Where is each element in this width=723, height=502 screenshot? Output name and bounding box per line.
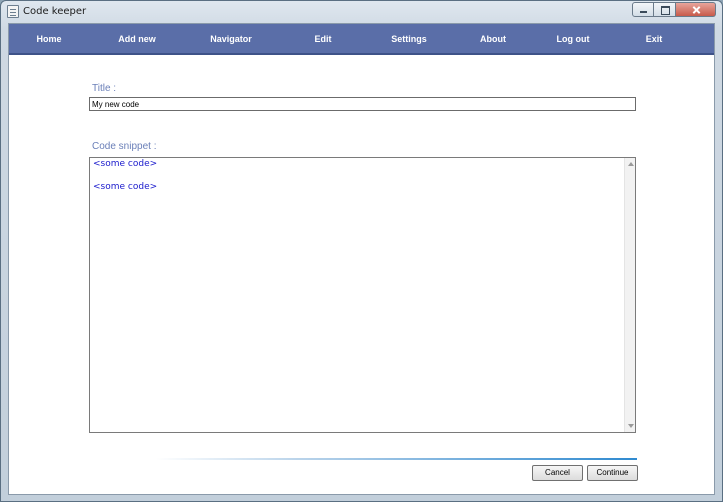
code-line: <some code> [93,159,158,169]
title-input[interactable] [89,97,636,111]
scroll-up-icon[interactable] [628,162,634,166]
code-snippet-text[interactable]: <some code> <some code> [90,158,624,432]
menu-item-exit[interactable]: Exit [646,24,663,55]
app-window: Code keeper Home Add new Navigator Edit … [0,0,723,502]
title-label: Title : [92,83,117,94]
maximize-icon[interactable] [654,2,676,17]
menu-item-about[interactable]: About [480,24,506,55]
window-controls [632,2,716,17]
code-snippet-editor[interactable]: <some code> <some code> [89,157,636,433]
client-area: Home Add new Navigator Edit Settings Abo… [8,23,715,495]
footer-divider [156,458,637,460]
code-line: <some code> [93,182,158,192]
code-snippet-label: Code snippet : [92,141,157,152]
menu-item-edit[interactable]: Edit [315,24,332,55]
menu-item-home[interactable]: Home [36,24,61,55]
menu-item-navigator[interactable]: Navigator [210,24,252,55]
minimize-icon[interactable] [632,2,654,17]
menu-bar: Home Add new Navigator Edit Settings Abo… [9,24,714,55]
vertical-scrollbar[interactable] [624,158,635,432]
app-document-icon [7,5,19,18]
continue-button[interactable]: Continue [587,465,638,481]
close-icon[interactable] [676,2,716,17]
menu-item-add-new[interactable]: Add new [118,24,156,55]
title-bar[interactable]: Code keeper [1,1,722,23]
menu-item-settings[interactable]: Settings [391,24,427,55]
cancel-button[interactable]: Cancel [532,465,583,481]
scroll-down-icon[interactable] [628,424,634,428]
window-title: Code keeper [23,6,87,17]
menu-item-log-out[interactable]: Log out [557,24,590,55]
